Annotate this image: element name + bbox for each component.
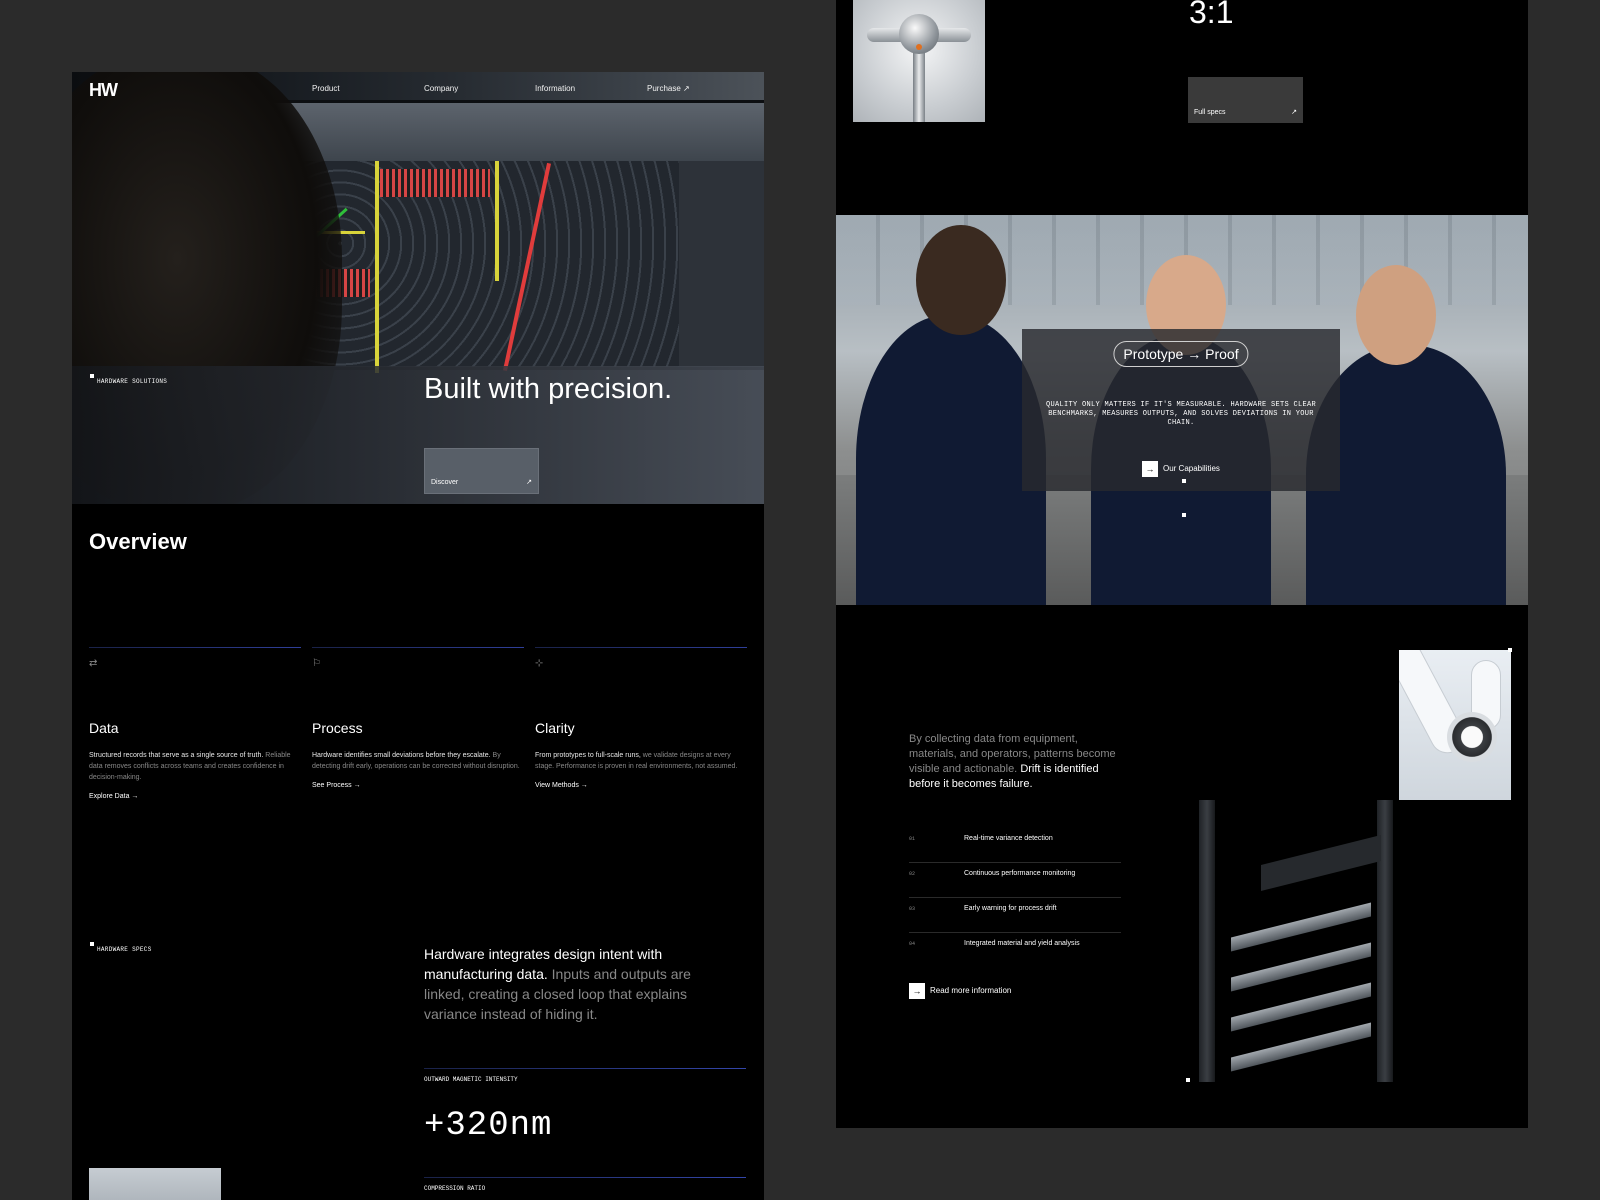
person-left-head <box>916 225 1006 335</box>
arrow-up-right-icon: ↗ <box>526 479 532 486</box>
discover-label: Discover <box>431 479 459 486</box>
see-process-link[interactable]: See Process → <box>312 782 524 789</box>
list-number: 04 <box>909 941 916 947</box>
column-text: Hardware identifies small deviations bef… <box>312 750 524 772</box>
column-text: Structured records that serve as a singl… <box>89 750 301 783</box>
explore-data-link[interactable]: Explore Data → <box>89 793 301 800</box>
capabilities-label: Our Capabilities <box>1163 464 1220 474</box>
column-rule <box>312 647 524 648</box>
rack-shelf <box>1231 982 1371 1032</box>
proof-text: QUALITY ONLY MATTERS IF IT'S MEASURABLE.… <box>1045 401 1317 427</box>
person-left <box>856 315 1046 605</box>
specs-tag: HARDWARE SPECS <box>90 942 152 953</box>
person-right-head <box>1356 265 1436 365</box>
team-photo: Prototype → Proof QUALITY ONLY MATTERS I… <box>836 215 1528 605</box>
valve-indicator <box>916 44 922 50</box>
layer-properties-panel <box>679 161 764 367</box>
column-title: Process <box>312 720 363 736</box>
cad-hatch <box>380 169 490 197</box>
list-text: Integrated material and yield analysis <box>964 940 1080 947</box>
view-methods-link[interactable]: View Methods → <box>535 782 747 789</box>
specs-paragraph: Hardware integrates design intent with m… <box>424 944 734 1024</box>
prototype-proof-pill: Prototype → Proof <box>1113 341 1249 367</box>
ratio-value: 3:1 <box>1189 0 1234 30</box>
rack-shelf <box>1231 942 1371 992</box>
carousel-dot[interactable] <box>1182 513 1186 517</box>
feature-list: 01 Real-time variance detection 02 Continu… <box>909 828 1121 968</box>
list-item: 02 Continuous performance monitoring <box>909 863 1121 898</box>
list-text: Early warning for process drift <box>964 905 1057 912</box>
valve-product-image <box>853 0 985 122</box>
server-rack-image <box>1191 800 1401 1082</box>
column-lead: From prototypes to full-scale runs, <box>535 752 641 759</box>
drift-paragraph: By collecting data from equipment, mater… <box>909 732 1121 792</box>
list-item: 04 Integrated material and yield analysis <box>909 933 1121 968</box>
our-capabilities-button[interactable]: → Our Capabilities <box>1142 461 1220 477</box>
nav-information[interactable]: Information <box>535 84 575 93</box>
cad-line <box>495 161 499 281</box>
discover-button[interactable]: Discover ↗ <box>424 448 539 494</box>
column-lead: Structured records that serve as a singl… <box>89 752 264 759</box>
carousel-dot[interactable] <box>1182 479 1186 483</box>
right-panel: 3:1 Full specs ↗ Prototype → Proof QUALI… <box>836 0 1528 1128</box>
metric-value: +320nm <box>424 1107 553 1145</box>
list-number: 03 <box>909 906 916 912</box>
overview-column-clarity: ⊹ Clarity From prototypes to full-scale … <box>535 647 747 789</box>
valve-stem <box>913 50 925 122</box>
column-text: From prototypes to full-scale runs, we v… <box>535 750 747 772</box>
hero-section: HW Product Company Information Purchase … <box>72 72 764 504</box>
list-text: Real-time variance detection <box>964 835 1053 842</box>
overview-column-process: ⚐ Process Hardware identifies small devi… <box>312 647 524 789</box>
nav-purchase[interactable]: Purchase ↗ <box>647 84 690 93</box>
column-rule <box>535 647 747 648</box>
exchange-icon: ⇄ <box>89 658 98 669</box>
arrow-up-right-icon: ↗ <box>1291 109 1297 116</box>
list-item: 01 Real-time variance detection <box>909 828 1121 863</box>
overview-title: Overview <box>89 529 187 554</box>
hero-tag: HARDWARE SOLUTIONS <box>89 374 168 385</box>
nav-company[interactable]: Company <box>424 84 458 93</box>
column-lead: Hardware identifies small deviations bef… <box>312 752 491 759</box>
metric-label: COMPRESSION RATIO <box>424 1185 486 1192</box>
full-specs-label: Full specs <box>1194 109 1226 116</box>
cad-line <box>375 161 379 373</box>
brand-logo[interactable]: HW <box>89 80 118 101</box>
arrow-right-icon: → <box>1142 461 1158 477</box>
metric-rule <box>424 1068 746 1069</box>
rack-shelf <box>1231 902 1371 952</box>
list-number: 02 <box>909 871 916 877</box>
read-more-button[interactable]: → Read more information <box>909 983 1011 999</box>
corner-dot <box>1508 648 1512 652</box>
metric-rule <box>424 1177 746 1178</box>
read-more-label: Read more information <box>930 986 1012 996</box>
turbine-image <box>1399 650 1511 800</box>
column-title: Clarity <box>535 720 575 736</box>
column-rule <box>89 647 301 648</box>
list-item: 03 Early warning for process drift <box>909 898 1121 933</box>
column-title: Data <box>89 720 119 736</box>
left-panel: HW Product Company Information Purchase … <box>72 72 764 1200</box>
rack-post <box>1199 800 1215 1082</box>
corner-dot <box>1186 1078 1190 1082</box>
full-specs-button[interactable]: Full specs ↗ <box>1188 77 1303 123</box>
list-text: Continuous performance monitoring <box>964 870 1076 877</box>
list-number: 01 <box>909 836 916 842</box>
crosshair-icon: ⊹ <box>535 658 544 669</box>
overview-column-data: ⇄ Data Structured records that serve as … <box>89 647 301 800</box>
rack-switch <box>1261 835 1381 891</box>
hero-title: Built with precision. <box>424 373 673 405</box>
cad-red-line <box>503 162 551 372</box>
arrow-right-icon: → <box>909 983 925 999</box>
nav-product[interactable]: Product <box>312 84 340 93</box>
metric-label: OUTWARD MAGNETIC INTENSITY <box>424 1076 518 1083</box>
rack-shelf <box>1231 1022 1371 1072</box>
proof-card: Prototype → Proof QUALITY ONLY MATTERS I… <box>1022 329 1340 491</box>
turbine-hub <box>1447 712 1497 762</box>
flag-icon: ⚐ <box>312 658 321 669</box>
product-thumbnail <box>89 1168 221 1200</box>
